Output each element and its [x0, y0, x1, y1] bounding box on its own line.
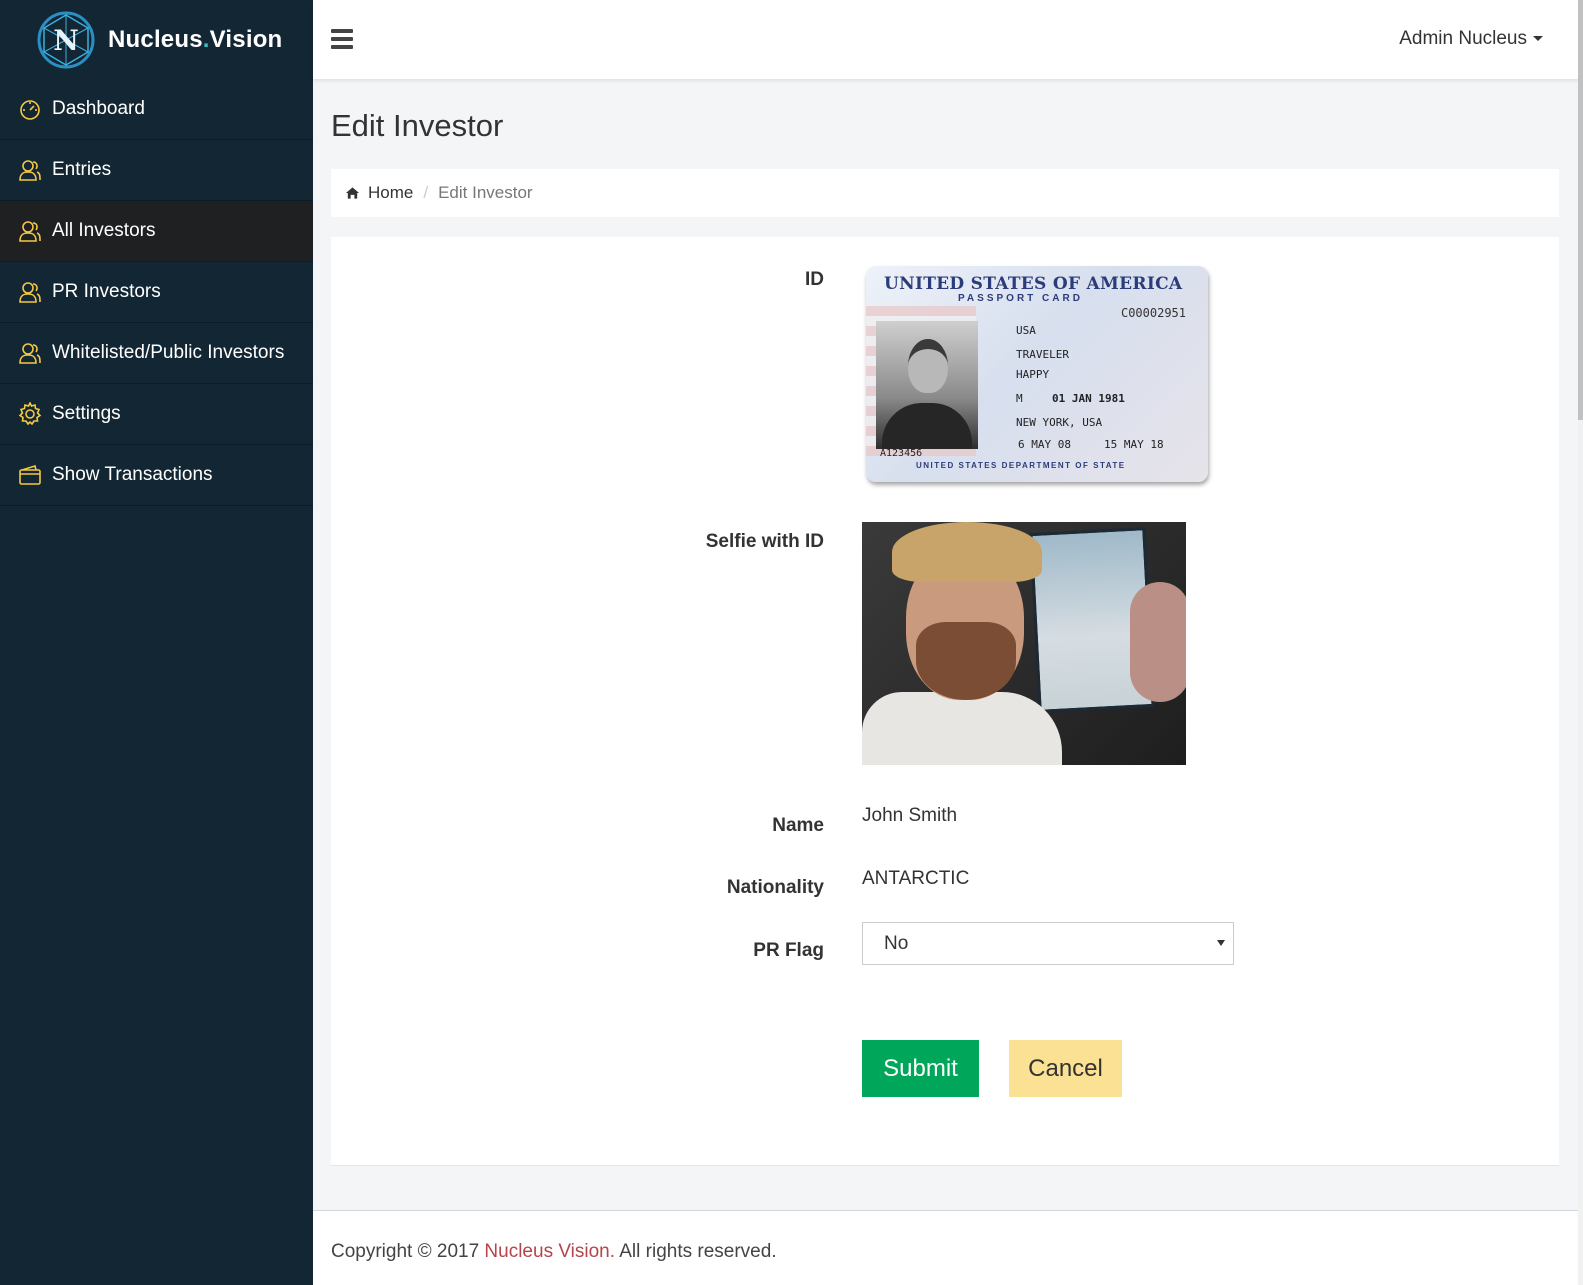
card-shoulders: [882, 403, 972, 449]
pr-flag-label: PR Flag: [753, 940, 824, 961]
selfie-shirt: [862, 692, 1062, 765]
users-icon: [18, 341, 42, 365]
users-icon: [18, 219, 42, 243]
sidebar-item-label: Settings: [52, 403, 121, 424]
submit-button[interactable]: Submit: [862, 1040, 979, 1097]
selfie-label: Selfie with ID: [705, 531, 824, 552]
card-expires: 15 MAY 18: [1104, 438, 1164, 451]
wallet-icon: [18, 463, 42, 487]
nationality-label: Nationality: [726, 877, 824, 898]
sidebar-item-show-transactions[interactable]: Show Transactions: [0, 445, 313, 506]
selfie-image[interactable]: [862, 522, 1186, 765]
selfie-hand: [1130, 582, 1186, 702]
copyright-text: Copyright © 2017 Nucleus Vision. All rig…: [331, 1241, 777, 1262]
user-menu[interactable]: Admin Nucleus: [1399, 28, 1543, 50]
form-labels: ID Selfie with ID Name Nationality PR Fl…: [331, 0, 824, 1285]
scrollbar[interactable]: [1578, 0, 1583, 1285]
sidebar-item-label: Whitelisted/Public Investors: [52, 342, 285, 363]
id-label: ID: [805, 269, 824, 290]
dashboard-icon: [18, 97, 42, 121]
sidebar-item-entries[interactable]: Entries: [0, 140, 313, 201]
user-name: Admin Nucleus: [1399, 28, 1527, 49]
selfie-beard: [916, 622, 1016, 700]
sidebar-item-pr-investors[interactable]: PR Investors: [0, 262, 313, 323]
card-face: [908, 339, 948, 393]
card-pob: NEW YORK, USA: [1016, 416, 1103, 429]
sidebar-item-dashboard[interactable]: Dashboard: [0, 79, 313, 140]
card-issued: 6 MAY 08: [1018, 438, 1071, 451]
sidebar-item-label: Entries: [52, 159, 112, 180]
gear-icon: [18, 402, 42, 426]
caret-down-icon: [1533, 36, 1543, 42]
sidebar-item-whitelisted-investors[interactable]: Whitelisted/Public Investors: [0, 323, 313, 384]
sidebar-item-all-investors[interactable]: All Investors: [0, 201, 313, 262]
card-surname: TRAVELER: [1016, 348, 1069, 361]
nationality-value: ANTARCTIC: [862, 868, 970, 889]
sidebar-nav: Dashboard Entries All Investors PR Inves…: [0, 79, 313, 506]
card-footer: UNITED STATES DEPARTMENT OF STATE: [916, 461, 1126, 470]
card-number: C00002951: [1120, 306, 1186, 320]
name-label: Name: [772, 815, 824, 836]
id-document-image[interactable]: UNITED STATES OF AMERICA PASSPORT CARD C…: [866, 266, 1208, 482]
pr-flag-selected: No: [884, 932, 909, 954]
users-icon: [18, 280, 42, 304]
svg-text:N: N: [53, 24, 79, 57]
card-nationality: USA: [1016, 324, 1036, 337]
card-dob: 01 JAN 1981: [1052, 392, 1125, 405]
sidebar-item-settings[interactable]: Settings: [0, 384, 313, 445]
card-sex: M: [1016, 392, 1023, 405]
brand[interactable]: N Nucleus.Vision: [0, 0, 313, 79]
card-given-names: HAPPY: [1016, 368, 1050, 381]
footer: Copyright © 2017 Nucleus Vision. All rig…: [313, 1210, 1583, 1285]
nucleus-logo-icon: N: [37, 11, 95, 68]
name-value: John Smith: [862, 805, 958, 826]
pr-flag-select[interactable]: No: [862, 922, 1234, 965]
users-icon: [18, 158, 42, 182]
scrollbar-thumb[interactable]: [1578, 0, 1583, 420]
card-id-number: A123456: [880, 448, 923, 459]
sidebar: N Nucleus.Vision Dashboard Entries All I…: [0, 0, 313, 1285]
sidebar-item-label: All Investors: [52, 220, 156, 241]
sidebar-item-label: PR Investors: [52, 281, 161, 302]
selfie-hat: [892, 522, 1042, 582]
card-title: UNITED STATES OF AMERICA: [884, 274, 1183, 294]
brand-name: Nucleus.Vision: [108, 25, 283, 53]
footer-link[interactable]: Nucleus Vision.: [484, 1241, 615, 1262]
card-subtitle: PASSPORT CARD: [958, 293, 1083, 304]
sidebar-item-label: Show Transactions: [52, 464, 213, 485]
sidebar-item-label: Dashboard: [52, 98, 145, 119]
cancel-button[interactable]: Cancel: [1009, 1040, 1122, 1097]
card-photo: [876, 321, 978, 449]
chevron-down-icon: [1217, 940, 1225, 946]
